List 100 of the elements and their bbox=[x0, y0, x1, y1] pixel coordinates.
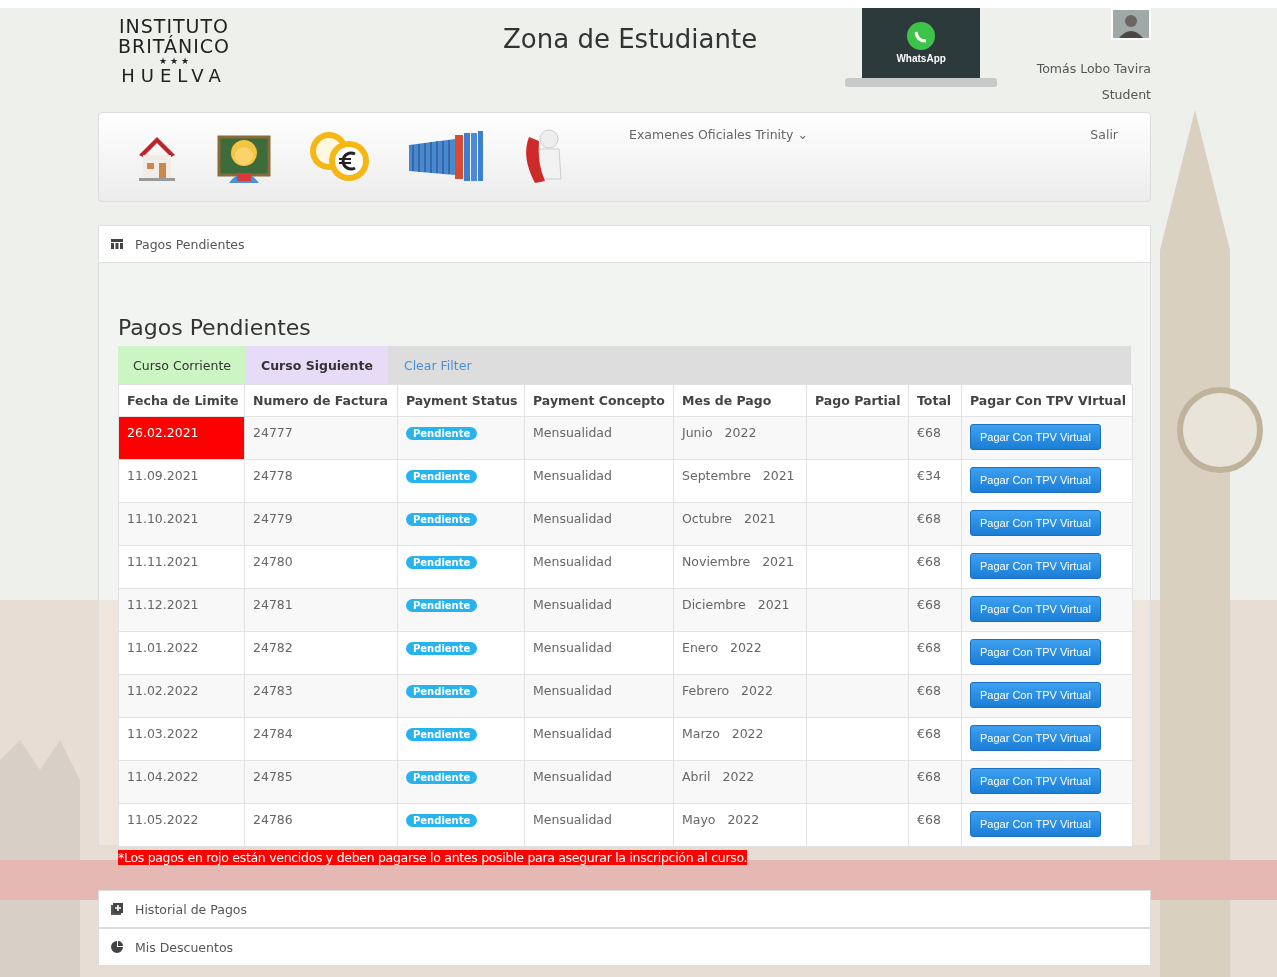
table-cell: €68 bbox=[908, 717, 962, 761]
laptop-screen[interactable]: WhatsApp bbox=[862, 8, 981, 78]
table-cell: 11.03.2022 bbox=[118, 717, 245, 761]
pay-button[interactable]: Pagar Con TPV Virtual bbox=[970, 639, 1101, 665]
chat-phone-icon bbox=[907, 22, 936, 50]
filter-tab[interactable]: Curso Siguiente bbox=[246, 346, 388, 384]
table-cell: €68 bbox=[908, 803, 962, 847]
table-cell: Mensualidad bbox=[524, 760, 674, 804]
binders-icon[interactable] bbox=[409, 131, 483, 183]
table-cell: Mensualidad bbox=[524, 631, 674, 675]
table-cell: Febrero 2022 bbox=[673, 674, 807, 718]
nav-menu[interactable]: Examenes Oficiales Trinity ⌄ bbox=[629, 127, 808, 142]
pay-button[interactable]: Pagar Con TPV Virtual bbox=[970, 811, 1101, 837]
pay-button[interactable]: Pagar Con TPV Virtual bbox=[970, 424, 1101, 450]
table-cell: 11.04.2022 bbox=[118, 760, 245, 804]
table-cell: €68 bbox=[908, 588, 962, 632]
column-header: Payment Concepto bbox=[524, 384, 674, 417]
column-header: Total bbox=[908, 384, 962, 417]
status-badge: Pendiente bbox=[406, 427, 478, 440]
status-badge: Pendiente bbox=[406, 685, 478, 698]
section-title: Pagos Pendientes bbox=[118, 315, 311, 340]
table-cell: €68 bbox=[908, 760, 962, 804]
column-header: Mes de Pago bbox=[673, 384, 807, 417]
table-cell: Mensualidad bbox=[524, 674, 674, 718]
column-header: Numero de Factura bbox=[244, 384, 398, 417]
table-cell: 26.02.2021 bbox=[118, 416, 245, 460]
table-cell: 11.05.2022 bbox=[118, 803, 245, 847]
table-cell: Mayo 2022 bbox=[673, 803, 807, 847]
table-cell: Abril 2022 bbox=[673, 760, 807, 804]
table-cell: Mensualidad bbox=[524, 416, 674, 460]
table-cell: Septembre 2021 bbox=[673, 459, 807, 503]
table-cell: 24780 bbox=[244, 545, 398, 589]
pie-chart-icon bbox=[111, 941, 123, 953]
overdue-note: *Los pagos en rojo están vencidos y deben pagarse lo antes posible para asegurar la inscripción al curso. bbox=[118, 850, 748, 865]
table-cell: €68 bbox=[908, 545, 962, 589]
table-cell: Mensualidad bbox=[524, 803, 674, 847]
panel-title: Historial de Pagos bbox=[135, 901, 247, 917]
table-cell: 11.09.2021 bbox=[118, 459, 245, 503]
table-cell: Junio 2022 bbox=[673, 416, 807, 460]
table-cell: 24784 bbox=[244, 717, 398, 761]
table-cell: 24782 bbox=[244, 631, 398, 675]
logout-link[interactable]: Salir bbox=[1090, 127, 1118, 142]
table-cell: €68 bbox=[908, 416, 962, 460]
column-header: Fecha de Limite bbox=[118, 384, 245, 417]
add-stack-icon bbox=[111, 903, 123, 915]
pay-button[interactable]: Pagar Con TPV Virtual bbox=[970, 596, 1101, 622]
filter-tab[interactable]: Curso Corriente bbox=[118, 346, 247, 384]
table-icon bbox=[111, 239, 123, 249]
table-cell: 24779 bbox=[244, 502, 398, 546]
pay-button[interactable]: Pagar Con TPV Virtual bbox=[970, 768, 1101, 794]
table-cell: Mensualidad bbox=[524, 717, 674, 761]
status-badge: Pendiente bbox=[406, 556, 478, 569]
pay-button[interactable]: Pagar Con TPV Virtual bbox=[970, 725, 1101, 751]
banner-label: WhatsApp bbox=[896, 53, 946, 64]
table-cell: 24786 bbox=[244, 803, 398, 847]
panel-header[interactable]: Historial de Pagos bbox=[98, 890, 1151, 928]
table-cell: 24777 bbox=[244, 416, 398, 460]
table-cell: 24778 bbox=[244, 459, 398, 503]
table-cell: Marzo 2022 bbox=[673, 717, 807, 761]
table-cell: Mensualidad bbox=[524, 588, 674, 632]
table-cell: 24781 bbox=[244, 588, 398, 632]
user-role: Student bbox=[1101, 86, 1151, 104]
avatar[interactable] bbox=[1111, 8, 1151, 40]
pay-button[interactable]: Pagar Con TPV Virtual bbox=[970, 553, 1101, 579]
table-cell: 24785 bbox=[244, 760, 398, 804]
status-badge: Pendiente bbox=[406, 470, 478, 483]
table-cell: €68 bbox=[908, 631, 962, 675]
pay-button[interactable]: Pagar Con TPV Virtual bbox=[970, 682, 1101, 708]
column-header: Pagar Con TPV VIrtual bbox=[961, 384, 1133, 417]
panel-title: Mis Descuentos bbox=[135, 939, 234, 955]
status-badge: Pendiente bbox=[406, 728, 478, 741]
column-header: Pago Partial bbox=[806, 384, 909, 417]
table-cell: 11.10.2021 bbox=[118, 502, 245, 546]
status-badge: Pendiente bbox=[406, 814, 478, 827]
table-cell: Octubre 2021 bbox=[673, 502, 807, 546]
pay-button[interactable]: Pagar Con TPV Virtual bbox=[970, 510, 1101, 536]
table-cell: 11.12.2021 bbox=[118, 588, 245, 632]
table-cell: €68 bbox=[908, 502, 962, 546]
logo: INSTITUTO BRITÁNICO ★ ★ ★ HUELVA bbox=[98, 8, 250, 86]
panel-header[interactable]: Pagos Pendientes bbox=[98, 225, 1151, 263]
table-cell: Mensualidad bbox=[524, 545, 674, 589]
panel-header[interactable]: Mis Descuentos bbox=[98, 928, 1151, 966]
table-cell: Noviembre 2021 bbox=[673, 545, 807, 589]
status-badge: Pendiente bbox=[406, 599, 478, 612]
table-cell: 11.01.2022 bbox=[118, 631, 245, 675]
table-cell: Mensualidad bbox=[524, 459, 674, 503]
table-cell: 24783 bbox=[244, 674, 398, 718]
table-cell: 11.02.2022 bbox=[118, 674, 245, 718]
user-name: Tomás Lobo Tavira bbox=[1036, 60, 1151, 78]
table-cell: €34 bbox=[908, 459, 962, 503]
status-badge: Pendiente bbox=[406, 513, 478, 526]
table-cell: Mensualidad bbox=[524, 502, 674, 546]
clear-filter-link[interactable]: Clear Filter bbox=[387, 346, 488, 384]
table-cell: 11.11.2021 bbox=[118, 545, 245, 589]
page-title: Zona de Estudiante bbox=[503, 24, 758, 54]
table-cell: Diciembre 2021 bbox=[673, 588, 807, 632]
column-header: Payment Status bbox=[397, 384, 525, 417]
pay-button[interactable]: Pagar Con TPV Virtual bbox=[970, 467, 1101, 493]
table-cell: Enero 2022 bbox=[673, 631, 807, 675]
status-badge: Pendiente bbox=[406, 771, 478, 784]
